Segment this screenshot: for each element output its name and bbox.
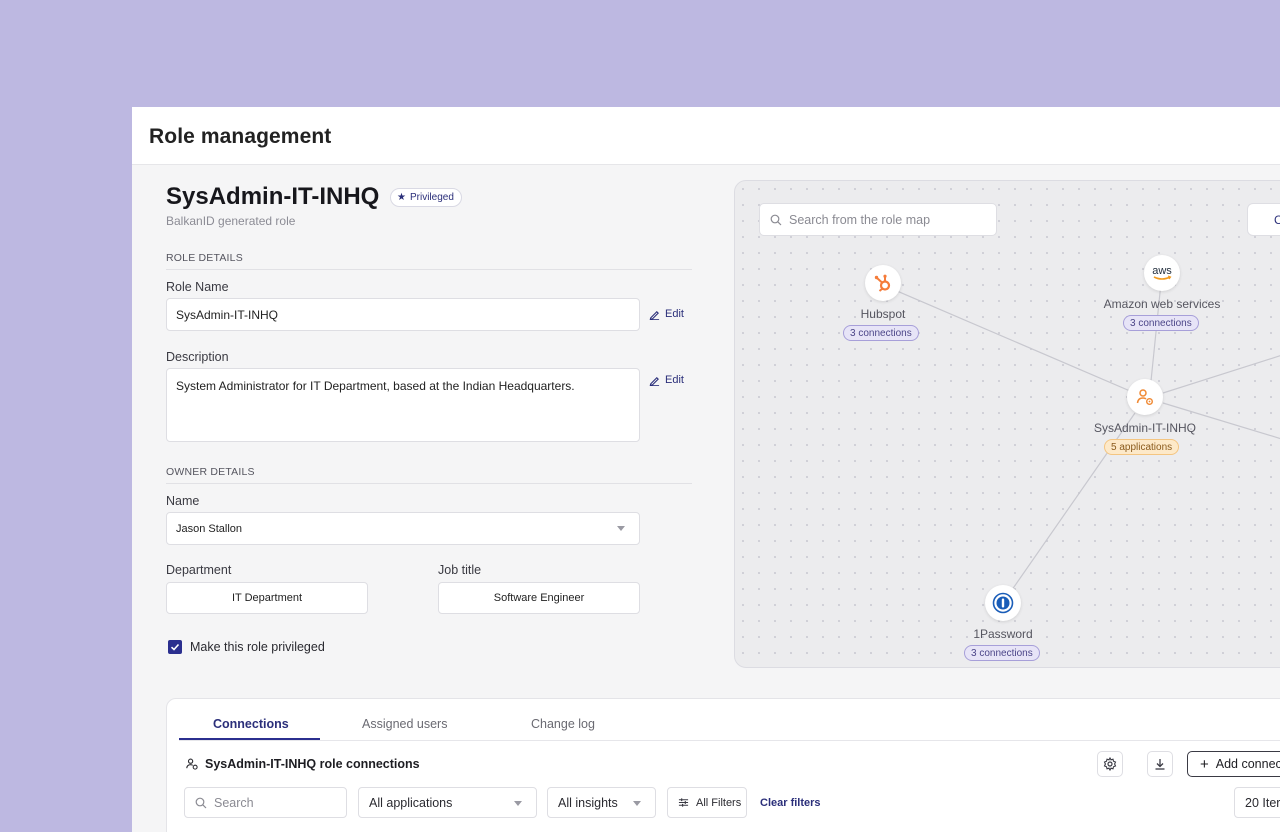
map-search-placeholder: Search from the role map xyxy=(789,212,931,227)
top-bar: Role management xyxy=(132,107,1280,165)
tab-bar: Connections Assigned users Change log xyxy=(179,699,1280,741)
chevron-down-icon xyxy=(514,801,522,806)
job-title-label: Job title xyxy=(438,563,482,577)
download-button[interactable] xyxy=(1147,751,1173,777)
privileged-badge: ★ Privileged xyxy=(390,188,462,207)
department-label: Department xyxy=(166,563,232,577)
badge-label: Privileged xyxy=(409,192,454,203)
download-icon xyxy=(1155,759,1165,770)
star-icon: ★ xyxy=(397,192,406,203)
items-per-page-select[interactable]: 20 Iter xyxy=(1234,787,1280,818)
privileged-checkbox[interactable] xyxy=(168,640,182,654)
connections-panel: Connections Assigned users Change log Sy… xyxy=(166,698,1280,832)
department-field[interactable]: IT Department xyxy=(166,582,368,614)
edit-label: Edit xyxy=(665,374,684,386)
owner-details-heading: OWNER DETAILS xyxy=(166,466,255,478)
onepassword-node[interactable] xyxy=(985,585,1021,621)
hubspot-node[interactable] xyxy=(865,265,901,301)
owner-name-label: Name xyxy=(166,494,200,508)
check-icon xyxy=(170,643,180,651)
hubspot-label: Hubspot xyxy=(860,307,906,321)
role-user-icon xyxy=(1136,389,1153,405)
connections-title-text: SysAdmin-IT-INHQ role connections xyxy=(205,757,420,771)
settings-button[interactable] xyxy=(1097,751,1123,777)
applications-filter-select[interactable]: All applications xyxy=(358,787,537,818)
applications-filter-value: All applications xyxy=(369,795,453,810)
search-icon xyxy=(195,797,207,808)
owner-name-value: Jason Stallon xyxy=(176,522,243,535)
edit-label: Edit xyxy=(665,308,684,320)
add-connection-label: Add connec xyxy=(1215,757,1280,771)
map-action-button[interactable]: C xyxy=(1247,203,1280,236)
description-label: Description xyxy=(166,350,229,364)
onepassword-label: 1Password xyxy=(973,627,1033,641)
role-node[interactable] xyxy=(1127,379,1163,415)
privileged-checkbox-label: Make this role privileged xyxy=(190,640,325,654)
role-node-label: SysAdmin-IT-INHQ xyxy=(1093,421,1196,435)
tab-assigned-users[interactable]: Assigned users xyxy=(362,717,447,731)
role-subtitle: BalkanID generated role xyxy=(166,214,296,228)
active-tab-indicator xyxy=(179,738,320,740)
tab-connections[interactable]: Connections xyxy=(213,717,289,731)
chevron-down-icon xyxy=(617,526,625,531)
divider xyxy=(166,483,692,484)
gear-icon xyxy=(1103,757,1117,771)
map-search-input[interactable]: Search from the role map xyxy=(759,203,997,236)
filter-sliders-icon xyxy=(678,798,689,807)
connections-title: SysAdmin-IT-INHQ role connections xyxy=(185,757,420,771)
plus-icon: + xyxy=(1200,755,1209,773)
aws-connections-pill: 3 connections xyxy=(1123,315,1199,331)
job-title-field[interactable]: Software Engineer xyxy=(438,582,640,614)
insights-filter-select[interactable]: All insights xyxy=(547,787,656,818)
role-map[interactable]: Search from the role map C Hubspot 3 con… xyxy=(734,180,1280,668)
chevron-down-icon xyxy=(633,801,641,806)
all-filters-button[interactable]: All Filters xyxy=(667,787,747,818)
hubspot-icon xyxy=(874,274,891,292)
aws-icon: aws xyxy=(1152,265,1172,280)
onepassword-connections-pill: 3 connections xyxy=(964,645,1040,661)
role-title: SysAdmin-IT-INHQ xyxy=(166,183,380,210)
aws-node[interactable]: aws xyxy=(1144,255,1180,291)
insights-filter-value: All insights xyxy=(558,795,618,810)
edit-role-name-button[interactable]: Edit xyxy=(649,308,684,320)
onepassword-icon xyxy=(992,592,1014,614)
svg-text:aws: aws xyxy=(1152,265,1172,277)
all-filters-label: All Filters xyxy=(696,796,742,809)
aws-label: Amazon web services xyxy=(1103,297,1221,311)
add-connection-button[interactable]: + Add connec xyxy=(1187,751,1280,777)
role-name-label: Role Name xyxy=(166,280,229,294)
role-management-window: Role management SysAdmin-IT-INHQ ★ Privi… xyxy=(132,107,1280,832)
role-details-heading: ROLE DETAILS xyxy=(166,252,243,264)
hubspot-connections-pill: 3 connections xyxy=(843,325,919,341)
pencil-icon xyxy=(649,310,660,320)
edit-description-button[interactable]: Edit xyxy=(649,374,684,386)
owner-name-select[interactable]: Jason Stallon xyxy=(166,512,640,545)
description-textarea[interactable]: System Administrator for IT Department, … xyxy=(166,368,640,442)
pencil-icon xyxy=(649,376,660,386)
role-name-input[interactable]: SysAdmin-IT-INHQ xyxy=(166,298,640,331)
search-placeholder: Search xyxy=(214,795,254,810)
tab-change-log[interactable]: Change log xyxy=(531,717,595,731)
role-user-icon xyxy=(186,758,198,770)
divider xyxy=(166,269,692,270)
search-icon xyxy=(770,214,782,225)
clear-filters-link[interactable]: Clear filters xyxy=(760,797,821,809)
page-title: Role management xyxy=(149,125,332,148)
role-applications-pill: 5 applications xyxy=(1104,439,1180,455)
connections-search-input[interactable]: Search xyxy=(184,787,347,818)
